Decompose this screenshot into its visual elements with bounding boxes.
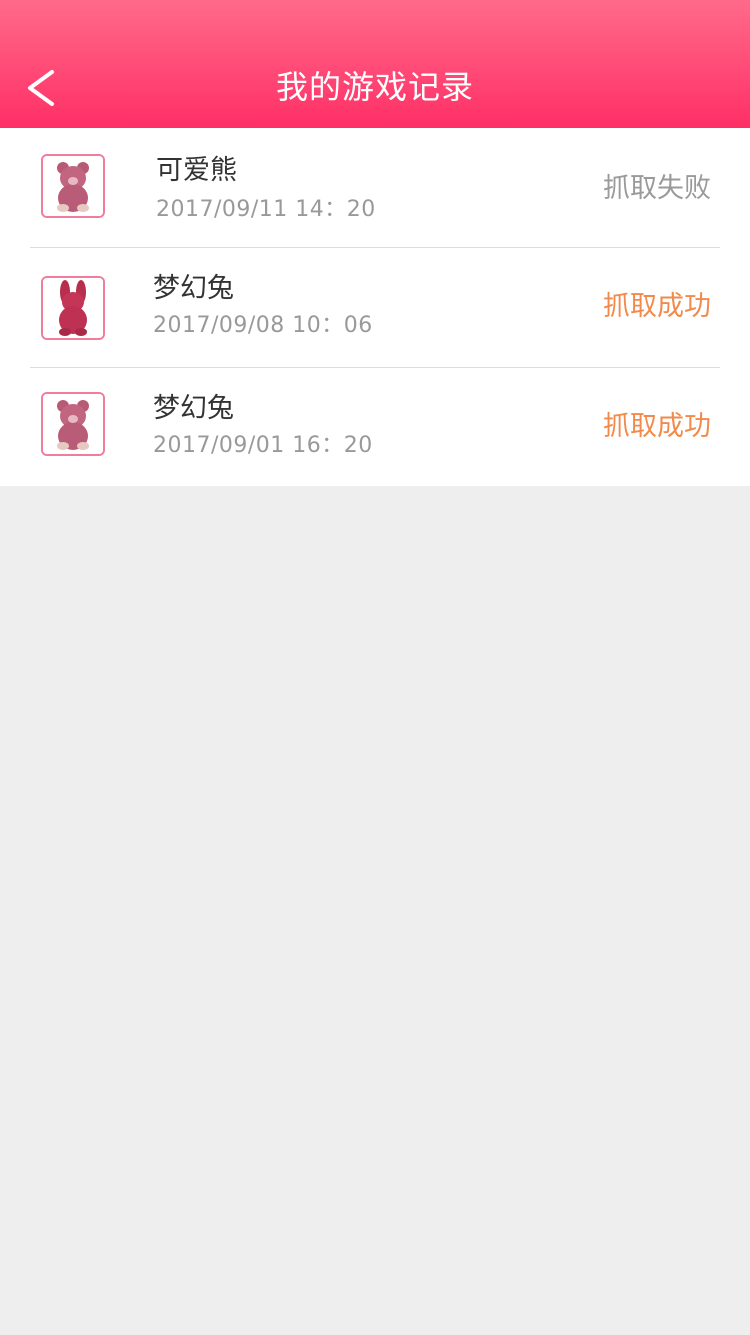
record-name: 梦幻兔 bbox=[153, 273, 234, 304]
record-name: 可爱熊 bbox=[156, 155, 237, 186]
record-time: 2017/09/11 14：20 bbox=[156, 197, 376, 222]
record-status: 抓取成功 bbox=[603, 411, 711, 442]
page-title: 我的游戏记录 bbox=[275, 68, 474, 106]
game-record-list: 可爱熊 2017/09/11 14：20 抓取失败 梦幻兔 2017/09/08… bbox=[0, 128, 750, 486]
bear-toy-icon bbox=[41, 154, 105, 218]
app-header: 我的游戏记录 bbox=[0, 0, 750, 128]
record-time: 2017/09/08 10：06 bbox=[153, 313, 373, 338]
record-status: 抓取失败 bbox=[603, 173, 711, 204]
record-row[interactable]: 梦幻兔 2017/09/01 16：20 抓取成功 bbox=[0, 368, 750, 488]
bunny-toy-icon bbox=[41, 276, 105, 340]
record-time: 2017/09/01 16：20 bbox=[153, 433, 373, 458]
record-row[interactable]: 可爱熊 2017/09/11 14：20 抓取失败 bbox=[0, 128, 750, 248]
record-name: 梦幻兔 bbox=[153, 393, 234, 424]
record-row[interactable]: 梦幻兔 2017/09/08 10：06 抓取成功 bbox=[0, 248, 750, 368]
bear-toy-icon bbox=[41, 392, 105, 456]
record-status: 抓取成功 bbox=[603, 291, 711, 322]
